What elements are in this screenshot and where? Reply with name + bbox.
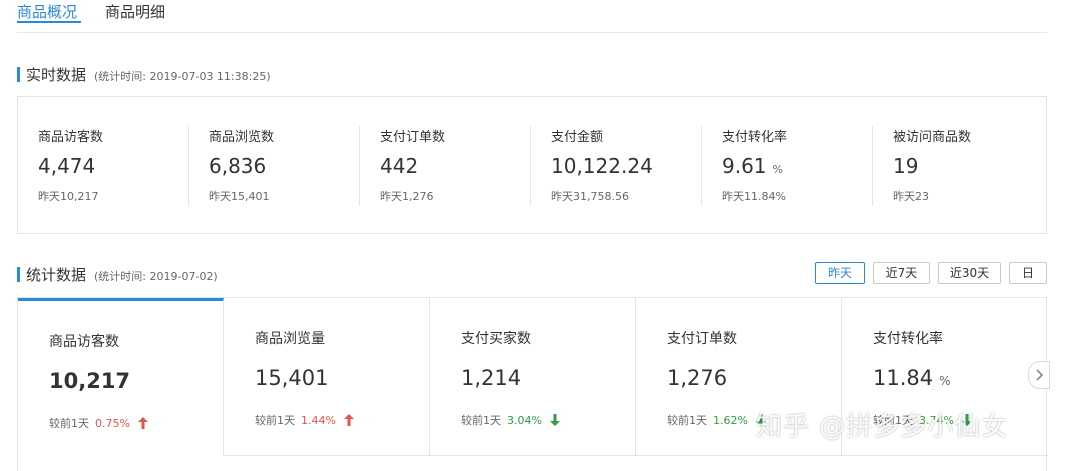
metric-yesterday: 昨天1,276 xyxy=(380,190,434,203)
realtime-section-title: 实时数据 (统计时间: 2019-07-03 11:38:25) xyxy=(17,64,271,85)
card-label: 支付转化率 xyxy=(873,331,943,347)
card-value: 10,217 xyxy=(49,369,130,393)
metric-unit: % xyxy=(772,163,783,176)
card-value: 15,401 xyxy=(255,366,328,390)
metric-number: 442 xyxy=(380,154,419,178)
compare-label: 较前1天 xyxy=(667,414,707,427)
tab-active-indicator xyxy=(17,21,81,23)
compare-label: 较前1天 xyxy=(255,414,295,427)
realtime-metric-visitors: 商品访客数 4,474 昨天10,217 xyxy=(18,126,189,206)
realtime-metric-orders: 支付订单数 442 昨天1,276 xyxy=(360,126,531,206)
range-30days-button[interactable]: 近30天 xyxy=(938,262,1001,284)
metric-value: 10,122.24 xyxy=(551,154,653,178)
card-comparison: 较前1天 1.62% xyxy=(667,412,766,428)
card-value: 1,276 xyxy=(667,366,727,390)
tab-label: 商品概况 xyxy=(17,3,78,21)
card-number: 15,401 xyxy=(255,366,329,390)
metric-label: 支付转化率 xyxy=(722,130,788,145)
metric-value: 442 xyxy=(380,154,418,178)
section-accent-bar xyxy=(17,267,20,282)
tab-product-detail[interactable]: 商品明细 xyxy=(105,2,165,22)
compare-percent: 1.44% xyxy=(301,413,336,427)
metric-value: 9.61% xyxy=(722,154,783,178)
range-yesterday-button[interactable]: 昨天 xyxy=(815,262,865,284)
compare-percent: 3.04% xyxy=(507,413,542,427)
stat-card-buyers[interactable]: 支付买家数 1,214 较前1天 3.04% xyxy=(430,298,636,456)
section-timestamp: (统计时间: 2019-07-03 11:38:25) xyxy=(94,70,271,83)
realtime-metric-pageviews: 商品浏览数 6,836 昨天15,401 xyxy=(189,126,360,206)
card-number: 10,217 xyxy=(49,369,131,393)
watermark-text: 知乎 @拼多多小仙女 xyxy=(756,412,1009,442)
arrow-up-icon xyxy=(343,414,354,426)
metric-label: 支付订单数 xyxy=(380,130,446,145)
card-value: 11.84% xyxy=(873,366,951,390)
metric-value: 19 xyxy=(893,154,918,178)
compare-percent: 0.75% xyxy=(95,416,130,430)
card-comparison: 较前1天 1.44% xyxy=(255,412,354,428)
arrow-up-icon xyxy=(137,417,148,429)
chevron-right-icon xyxy=(1036,369,1044,381)
metric-yesterday: 昨天10,217 xyxy=(38,190,99,203)
section-heading: 实时数据 xyxy=(26,66,87,84)
tab-product-overview[interactable]: 商品概况 xyxy=(17,2,81,23)
metric-yesterday: 昨天23 xyxy=(893,190,929,203)
card-comparison: 较前1天 3.04% xyxy=(461,412,560,428)
cards-next-button[interactable] xyxy=(1028,361,1050,389)
metric-number: 9.61 xyxy=(722,154,767,178)
card-label: 支付买家数 xyxy=(461,331,531,347)
realtime-metrics-panel: 商品访客数 4,474 昨天10,217 商品浏览数 6,836 昨天15,40… xyxy=(17,96,1047,234)
card-number: 1,276 xyxy=(667,366,728,390)
card-label: 商品浏览量 xyxy=(255,331,325,347)
metric-yesterday: 昨天11.84% xyxy=(722,190,786,203)
card-label: 支付订单数 xyxy=(667,331,737,347)
metric-yesterday: 昨天31,758.56 xyxy=(551,190,629,203)
tab-label: 商品明细 xyxy=(105,3,166,21)
card-label: 商品访客数 xyxy=(49,334,119,350)
realtime-metric-conversion: 支付转化率 9.61% 昨天11.84% xyxy=(702,126,873,206)
section-timestamp: (统计时间: 2019-07-02) xyxy=(94,270,218,283)
arrow-down-icon xyxy=(549,414,560,426)
range-day-button[interactable]: 日 xyxy=(1009,262,1047,284)
realtime-metric-amount: 支付金额 10,122.24 昨天31,758.56 xyxy=(531,126,702,206)
card-comparison: 较前1天 0.75% xyxy=(49,415,148,431)
range-7days-button[interactable]: 近7天 xyxy=(873,262,930,284)
metric-value: 6,836 xyxy=(209,154,266,178)
tab-bar: 商品概况 商品明细 xyxy=(17,0,1047,33)
metric-number: 4,474 xyxy=(38,154,96,178)
metric-label: 支付金额 xyxy=(551,130,604,145)
card-number: 1,214 xyxy=(461,366,522,390)
card-value: 1,214 xyxy=(461,366,521,390)
metric-value: 4,474 xyxy=(38,154,95,178)
realtime-metric-visited-products: 被访问商品数 19 昨天23 xyxy=(873,126,1044,206)
metric-yesterday: 昨天15,401 xyxy=(209,190,270,203)
compare-label: 较前1天 xyxy=(461,414,501,427)
section-heading: 统计数据 xyxy=(26,266,87,284)
metric-number: 6,836 xyxy=(209,154,267,178)
compare-percent: 1.62% xyxy=(713,413,748,427)
stats-section-title: 统计数据 (统计时间: 2019-07-02) xyxy=(17,264,218,285)
section-accent-bar xyxy=(17,67,20,82)
stats-cards-panel: 商品访客数 10,217 较前1天 0.75% 商品浏览量 15,401 较前1… xyxy=(17,297,1048,471)
card-number: 11.84 xyxy=(873,366,934,390)
card-unit: % xyxy=(939,374,951,388)
compare-label: 较前1天 xyxy=(49,417,89,430)
metric-label: 被访问商品数 xyxy=(893,130,972,145)
metric-number: 19 xyxy=(893,154,919,178)
metric-label: 商品浏览数 xyxy=(209,130,275,145)
stat-card-visitors[interactable]: 商品访客数 10,217 较前1天 0.75% xyxy=(18,298,224,456)
metric-number: 10,122.24 xyxy=(551,154,653,178)
stat-card-pageviews[interactable]: 商品浏览量 15,401 较前1天 1.44% xyxy=(224,298,430,456)
metric-label: 商品访客数 xyxy=(38,130,104,145)
